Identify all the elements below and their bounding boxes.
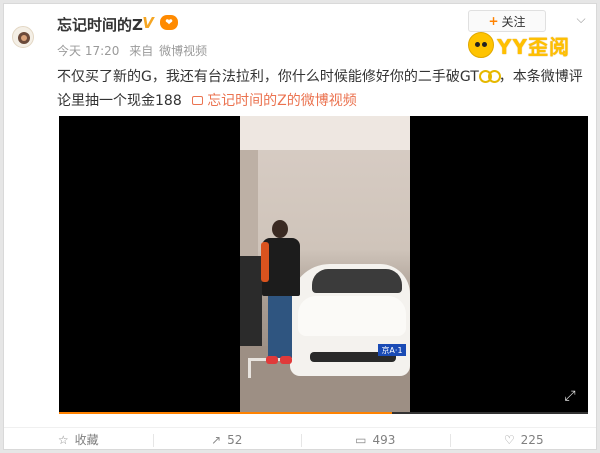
comment-count: 493 xyxy=(372,432,396,447)
chevron-down-icon[interactable]: ⌵ xyxy=(572,10,590,28)
person-figure xyxy=(258,220,304,380)
video-frame: 京A·1 xyxy=(240,116,410,412)
action-bar: ☆ 收藏 ↗ 52 ▭ 493 ♡ 225 xyxy=(4,427,597,449)
video-link-text: 忘记时间的Z的微博视频 xyxy=(207,93,357,109)
share-icon: ↗ xyxy=(211,432,222,447)
comment-icon: ▭ xyxy=(355,432,367,447)
share-count: 52 xyxy=(227,432,243,447)
glasses-emoji-icon xyxy=(478,69,501,83)
favorite-button[interactable]: ☆ 收藏 xyxy=(4,428,153,449)
video-icon xyxy=(192,96,204,105)
star-icon: ☆ xyxy=(57,432,69,447)
like-icon: ♡ xyxy=(503,432,515,447)
author-name[interactable]: 忘记时间的Z xyxy=(57,14,143,35)
white-car: 京A·1 xyxy=(290,264,410,376)
post-content: 不仅买了新的G，我还有台法拉利，你什么时候能修好你的二手破GT ，本条微博评论里抽… xyxy=(57,65,587,113)
post-source[interactable]: 微博视频 xyxy=(159,44,207,58)
video-progress-bar[interactable] xyxy=(59,412,588,414)
like-count: 225 xyxy=(520,432,544,447)
watermark-text: YY歪阅 xyxy=(497,34,570,59)
post-time[interactable]: 今天 17:20 xyxy=(57,44,119,58)
follow-button[interactable]: + 关注 xyxy=(468,10,546,32)
video-link[interactable]: 忘记时间的Z的微博视频 xyxy=(186,93,357,109)
post-meta: 今天 17:20 来自 微博视频 xyxy=(57,42,213,59)
weibo-post-card: 忘记时间的Z V ❤ 今天 17:20 来自 微博视频 + 关注 ⌵ YY歪阅 … xyxy=(3,3,597,450)
favorite-label: 收藏 xyxy=(74,433,99,447)
plus-icon: + xyxy=(488,14,499,28)
like-button[interactable]: ♡ 225 xyxy=(449,428,597,449)
follow-label: 关注 xyxy=(501,14,526,29)
comment-button[interactable]: ▭ 493 xyxy=(301,428,450,449)
author-avatar[interactable] xyxy=(12,26,34,48)
license-plate: 京A·1 xyxy=(378,344,406,356)
video-player[interactable]: 京A·1 ⤢ xyxy=(59,116,588,414)
share-button[interactable]: ↗ 52 xyxy=(152,428,302,449)
watermark-mascot-icon xyxy=(468,32,494,58)
post-text: 不仅买了新的G，我还有台法拉利，你什么时候能修好你的二手破GT xyxy=(57,69,479,85)
member-badge-icon: ❤ xyxy=(160,15,178,30)
source-prefix: 来自 xyxy=(129,44,154,58)
verified-v-icon: V xyxy=(142,14,154,32)
watermark: YY歪阅 xyxy=(468,30,570,60)
video-progress-fill xyxy=(59,412,393,414)
fullscreen-icon[interactable]: ⤢ xyxy=(562,388,578,404)
